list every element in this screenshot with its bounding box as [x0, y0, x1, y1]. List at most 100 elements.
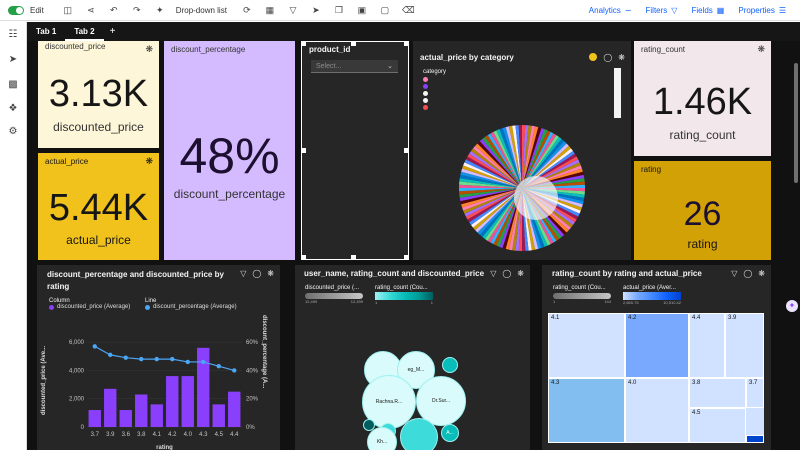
treemap-cell[interactable]: 3.8 — [689, 378, 746, 408]
resize-handle[interactable] — [302, 255, 306, 259]
combo-chart-widget[interactable]: discount_percentage and discounted_price… — [37, 265, 280, 450]
filter-icon[interactable]: ▽ — [287, 4, 299, 16]
pie-legend-item[interactable] — [423, 91, 528, 96]
series-line — [94, 345, 235, 372]
bar — [119, 410, 132, 427]
resize-handle[interactable] — [302, 148, 306, 153]
pin-icon[interactable]: ➤ — [310, 4, 322, 16]
data-tree-icon[interactable]: ☷ — [7, 29, 19, 41]
bubble-label: Kh... — [376, 439, 388, 445]
pin-icon[interactable]: ➤ — [7, 54, 19, 66]
size-min: 1 — [553, 299, 556, 304]
settings-icon[interactable]: ❋ — [618, 53, 625, 62]
tab-2[interactable]: Tab 2 — [65, 22, 104, 41]
bubble[interactable] — [400, 418, 438, 450]
treemap-cell[interactable]: 4.3 — [548, 378, 625, 443]
kpi-rating-count[interactable]: rating_count ❋ 1.46K rating_count — [634, 41, 771, 156]
line-point — [216, 363, 221, 369]
kpi-discount-percentage-value: 48% — [179, 128, 280, 184]
add-tab-button[interactable]: + — [104, 26, 122, 37]
pie-chart — [459, 125, 585, 251]
refresh-icon[interactable]: ⟳ — [241, 4, 253, 16]
grid-icon[interactable]: ▦ — [264, 4, 276, 16]
assets-icon[interactable]: ⚙ — [7, 126, 19, 138]
share-icon[interactable]: ⋖ — [85, 4, 97, 16]
bubble-chart: eg_M... Rachna.R... Dr.Sur... Kh... A... — [295, 265, 530, 450]
resize-handle[interactable] — [404, 42, 408, 46]
treemap-title: rating_count by rating and actual_price — [552, 269, 702, 278]
resize-handle[interactable] — [404, 255, 408, 259]
pie-chart-widget[interactable]: actual_price by category ◯ ❋ category — [413, 41, 631, 260]
x-tick: 4.1 — [153, 432, 162, 438]
filter-icon[interactable]: ▽ — [731, 269, 737, 278]
resize-handle[interactable] — [351, 42, 356, 46]
pie-legend-item[interactable] — [423, 105, 528, 110]
warning-icon[interactable] — [589, 53, 598, 61]
treemap-cell-label: 4.5 — [692, 410, 701, 416]
y-left-tick: 6,000 — [69, 340, 85, 346]
visualization-icon[interactable]: ▩ — [7, 79, 19, 91]
bar — [104, 388, 117, 427]
x-tick: 4.5 — [215, 432, 224, 438]
pie-legend-item[interactable] — [423, 98, 528, 103]
canvas-scrollbar[interactable] — [794, 63, 798, 183]
chart-icon: ∽ — [624, 6, 632, 15]
treemap-cell[interactable]: 4.0 — [625, 378, 689, 443]
treemap-widget[interactable]: rating_count by rating and actual_price … — [542, 265, 771, 450]
bring-front-icon[interactable]: ▣ — [356, 4, 368, 16]
treemap-cell[interactable]: 3.9 — [725, 313, 764, 378]
kpi-actual-price[interactable]: actual_price ❋ 5.44K actual_price — [38, 153, 159, 260]
dropdown-list-button[interactable]: Drop-down list — [176, 6, 227, 15]
redo-icon[interactable]: ↷ — [131, 4, 143, 16]
edit-toggle[interactable] — [8, 5, 24, 15]
treemap-cell-label: 4.1 — [551, 315, 560, 321]
treemap-cell[interactable] — [746, 435, 764, 443]
legend-scrollbar[interactable] — [614, 68, 621, 118]
analytics-button[interactable]: Analytics ∽ — [589, 6, 632, 15]
resize-handle[interactable] — [302, 42, 306, 46]
y-left-tick: 2,000 — [69, 397, 85, 403]
product-id-select[interactable]: Select... ⌄ — [311, 60, 398, 73]
settings-icon[interactable]: ❋ — [145, 156, 153, 167]
bubble[interactable]: A... — [441, 424, 459, 442]
line-point — [108, 352, 113, 358]
treemap-cell[interactable]: 4.4 — [689, 313, 725, 378]
treemap-cell[interactable]: 4.2 — [625, 313, 689, 378]
bubble[interactable] — [442, 357, 458, 373]
copy-icon[interactable]: ❐ — [333, 4, 345, 16]
save-icon[interactable]: ◫ — [62, 4, 74, 16]
kpi-rating-title: rating — [641, 165, 662, 174]
resize-handle[interactable] — [351, 255, 356, 259]
send-back-icon[interactable]: ▢ — [379, 4, 391, 16]
settings-icon[interactable]: ❋ — [757, 44, 765, 55]
bubble[interactable]: Kh... — [367, 427, 397, 450]
kpi-discounted-price[interactable]: discounted_price ❋ 3.13K discounted_pric… — [38, 41, 159, 148]
bar — [166, 376, 179, 427]
assistant-icon[interactable]: ✦ — [786, 300, 798, 312]
bubble-chart-widget[interactable]: user_name, rating_count and discounted_p… — [295, 265, 530, 450]
bulb-icon[interactable]: ◯ — [603, 53, 612, 62]
settings-icon[interactable]: ❋ — [758, 269, 765, 278]
treemap-cell[interactable]: 4.1 — [548, 313, 625, 378]
fields-button[interactable]: Fields ▦ — [691, 6, 724, 15]
undo-icon[interactable]: ↶ — [108, 4, 120, 16]
magic-wand-icon[interactable]: ✦ — [154, 4, 166, 16]
x-tick: 3.9 — [106, 432, 115, 438]
treemap-cell[interactable]: 4.5 — [689, 408, 746, 443]
settings-icon[interactable]: ❋ — [145, 44, 153, 55]
y-right-tick: 20% — [246, 397, 259, 403]
tab-1[interactable]: Tab 1 — [27, 22, 65, 41]
filters-button[interactable]: Filters ▽ — [646, 6, 678, 15]
bulb-icon[interactable]: ◯ — [743, 269, 752, 278]
product-id-filter[interactable]: product_id Select... ⌄ — [301, 41, 409, 260]
kpi-rating[interactable]: rating 26 rating — [634, 161, 771, 260]
resize-handle[interactable] — [404, 148, 408, 153]
pie-legend-item[interactable] — [423, 84, 528, 89]
properties-button[interactable]: Properties ☰ — [738, 6, 786, 15]
widgets-icon[interactable]: ❖ — [7, 103, 19, 115]
kpi-discount-percentage[interactable]: discount_percentage 48% discount_percent… — [164, 41, 295, 260]
pie-legend-item[interactable] — [423, 77, 528, 82]
delete-icon[interactable]: ⌫ — [402, 4, 415, 16]
treemap-cell[interactable]: 3.7 — [746, 378, 764, 408]
kpi-rating-label: rating — [687, 237, 718, 251]
